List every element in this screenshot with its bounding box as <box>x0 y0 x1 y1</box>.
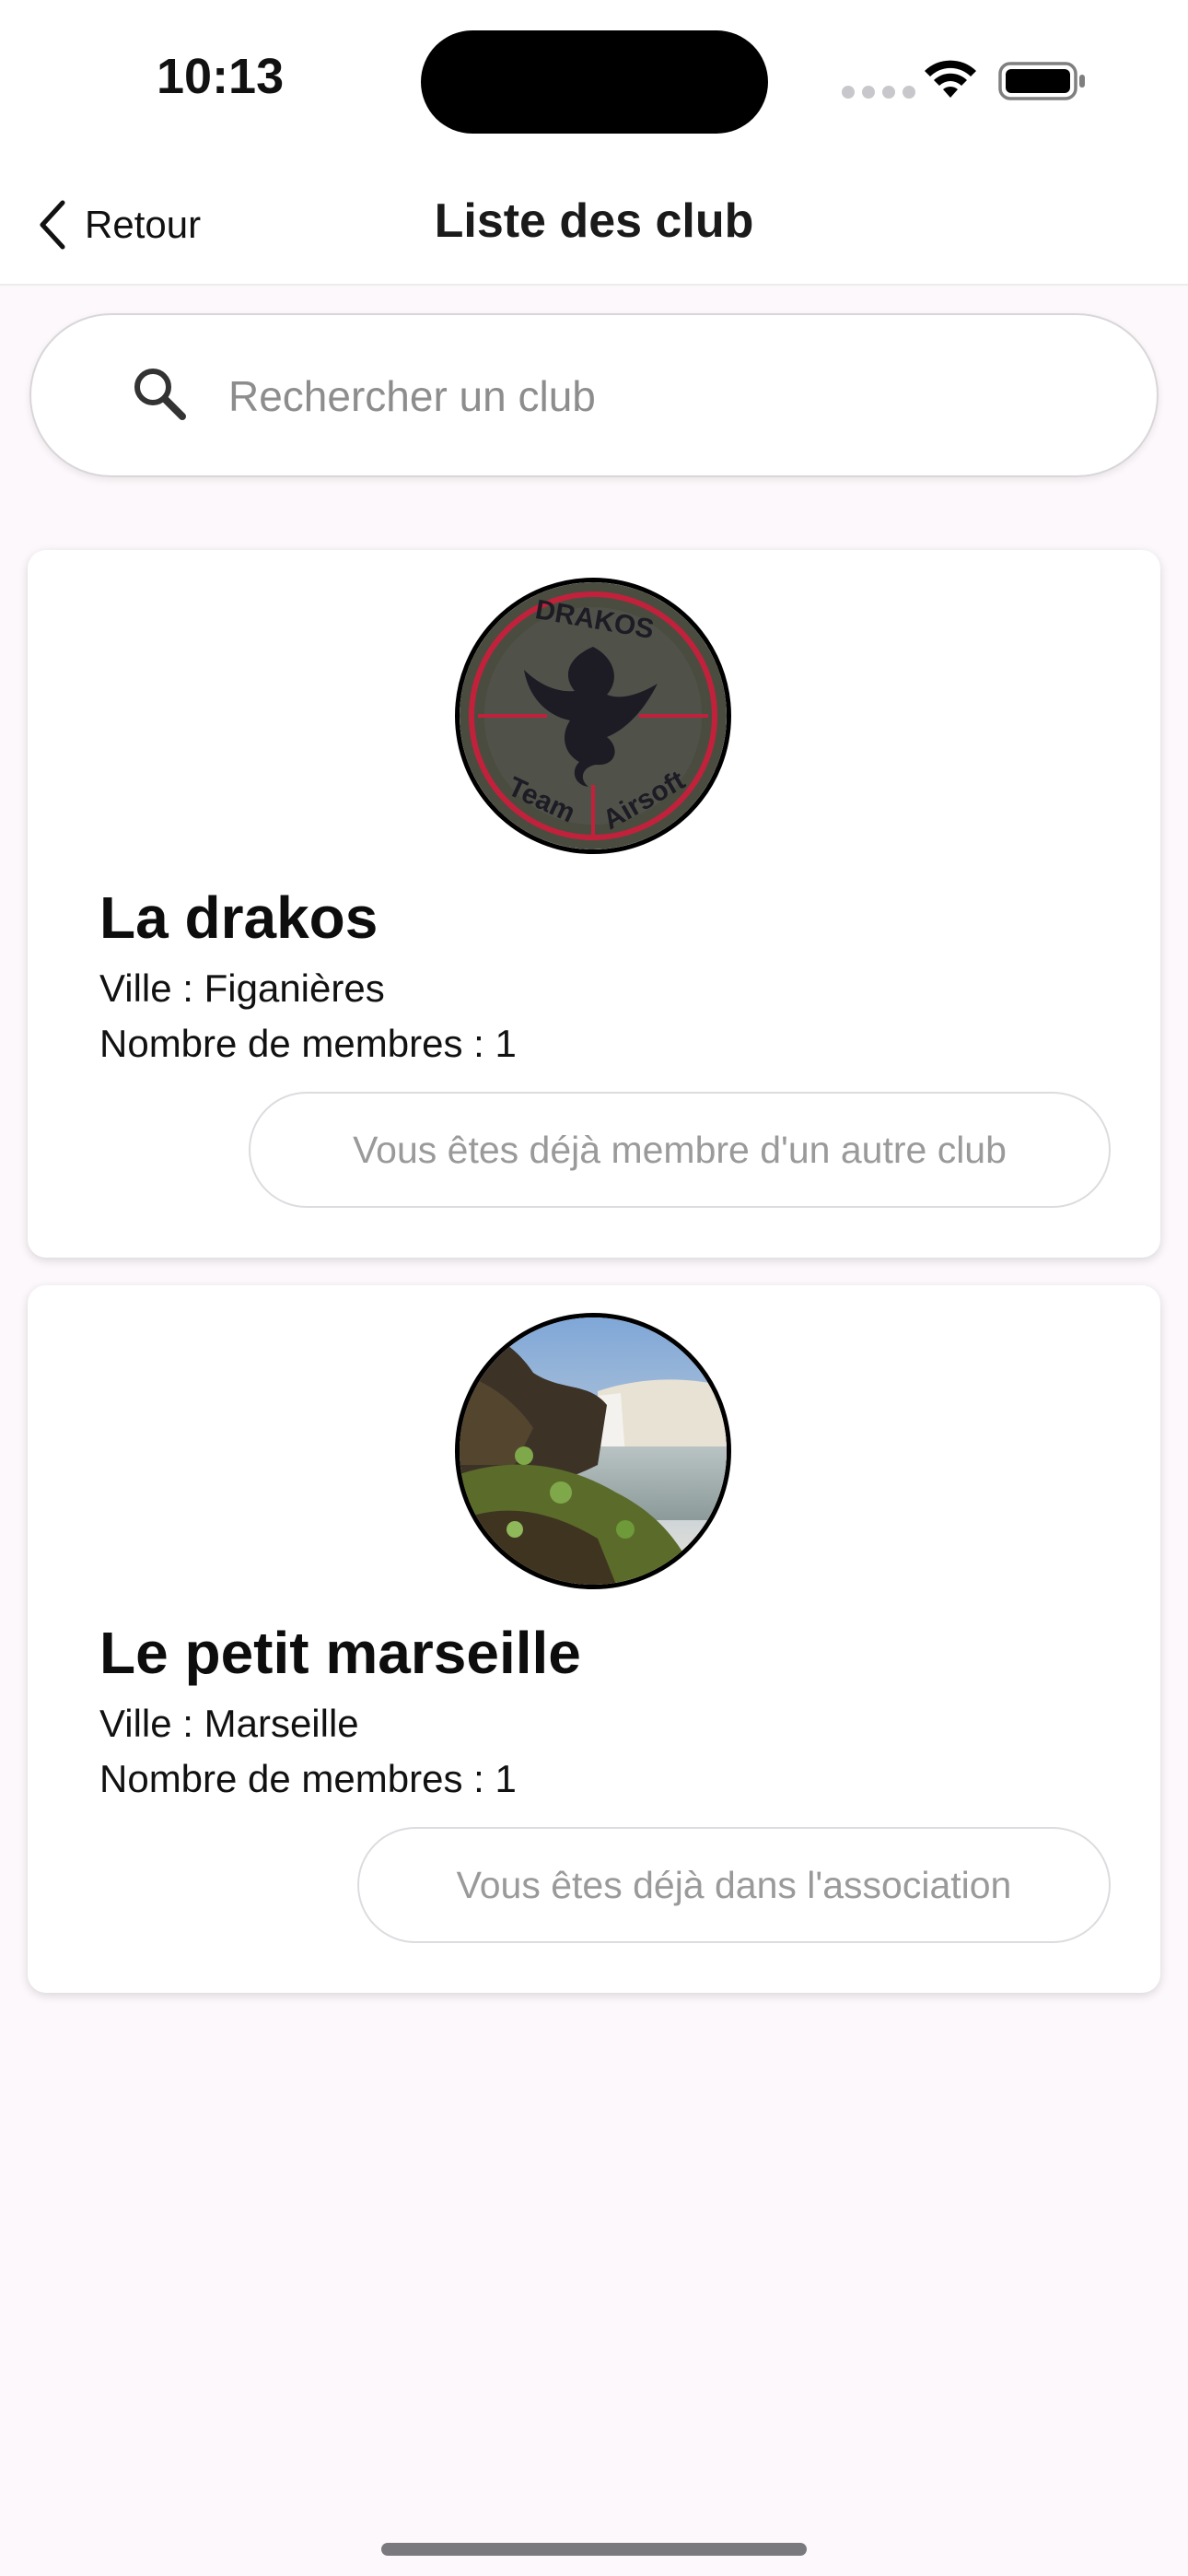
club-members-count: Nombre de membres : 1 <box>99 1757 517 1800</box>
search-icon <box>134 369 186 420</box>
battery-icon <box>998 62 1085 100</box>
cellular-signal-icon <box>842 86 915 99</box>
club-avatar <box>455 1313 731 1589</box>
home-indicator[interactable] <box>381 2543 807 2556</box>
waterfall-image <box>460 1317 727 1585</box>
club-list-screen: 10:13 Retour Liste des club Rechercher u… <box>0 0 1188 2576</box>
join-club-button[interactable]: Vous êtes déjà membre d'un autre club <box>249 1092 1111 1208</box>
wifi-icon <box>925 60 976 98</box>
status-bar: 10:13 <box>0 0 1188 157</box>
club-avatar: DRAKOS Team Airsoft <box>455 578 731 854</box>
club-card: DRAKOS Team Airsoft La drakos Ville : Fi… <box>28 550 1160 1258</box>
club-card: Le petit marseille Ville : Marseille Nom… <box>28 1285 1160 1993</box>
dynamic-island <box>421 30 768 134</box>
search-bar[interactable] <box>29 313 1159 477</box>
page-title: Liste des club <box>434 194 754 248</box>
join-club-button[interactable]: Vous êtes déjà dans l'association <box>357 1827 1111 1943</box>
club-name: La drakos <box>99 884 379 951</box>
club-city: Ville : Figanières <box>99 966 385 1010</box>
club-name: Le petit marseille <box>99 1620 581 1686</box>
club-members-count: Nombre de membres : 1 <box>99 1022 517 1065</box>
search-input[interactable] <box>228 352 1112 440</box>
status-time: 10:13 <box>157 49 285 104</box>
navigation-bar: Retour Liste des club <box>0 157 1188 286</box>
drakos-patch-image: DRAKOS Team Airsoft <box>460 582 727 849</box>
club-city: Ville : Marseille <box>99 1702 359 1745</box>
